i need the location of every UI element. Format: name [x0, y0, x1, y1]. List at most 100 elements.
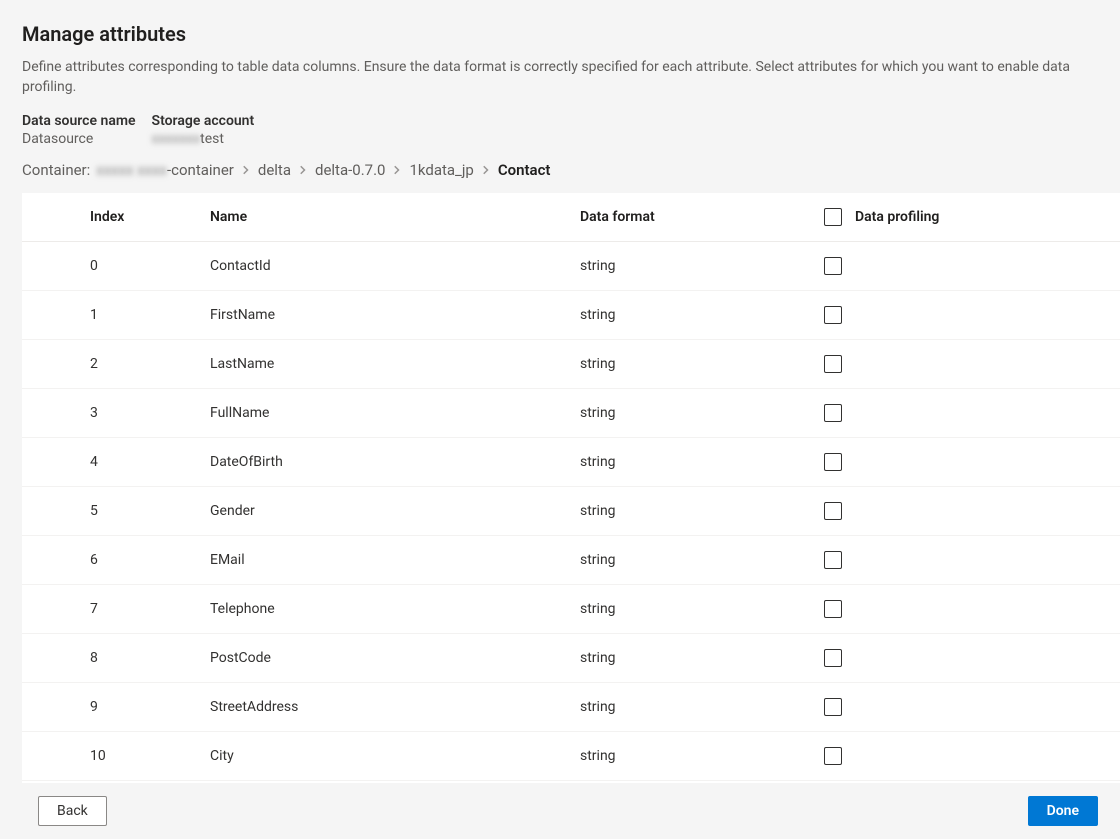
cell-data-profiling [812, 536, 1120, 585]
cell-name: Telephone [202, 585, 572, 634]
chevron-right-icon [480, 164, 492, 176]
cell-data-profiling [812, 242, 1120, 291]
cell-index: 4 [82, 438, 202, 487]
footer: Back Done [0, 783, 1120, 839]
row-spacer [22, 536, 82, 585]
back-button[interactable]: Back [38, 796, 107, 826]
chevron-right-icon [297, 164, 309, 176]
cell-data-format: string [572, 291, 812, 340]
cell-index: 8 [82, 634, 202, 683]
table-row: 6EMailstring [22, 536, 1120, 585]
data-profiling-checkbox[interactable] [824, 649, 842, 667]
row-spacer [22, 291, 82, 340]
cell-data-format: string [572, 487, 812, 536]
row-spacer [22, 340, 82, 389]
breadcrumb-item-delta-0.7.0[interactable]: delta-0.7.0 [315, 161, 385, 179]
row-spacer [22, 634, 82, 683]
cell-data-format: string [572, 340, 812, 389]
cell-index: 0 [82, 242, 202, 291]
data-profiling-checkbox[interactable] [824, 551, 842, 569]
cell-name: DateOfBirth [202, 438, 572, 487]
row-spacer [22, 487, 82, 536]
storage-account-label: Storage account [152, 113, 255, 129]
storage-account-value: xxxxxxxtest [152, 131, 255, 147]
table-row: 3FullNamestring [22, 389, 1120, 438]
cell-name: FullName [202, 389, 572, 438]
data-profiling-checkbox[interactable] [824, 404, 842, 422]
cell-index: 5 [82, 487, 202, 536]
cell-name: StreetAddress [202, 683, 572, 732]
page-title: Manage attributes [22, 22, 1098, 46]
table-row: 10Citystring [22, 732, 1120, 781]
chevron-right-icon [240, 164, 252, 176]
header-data-format[interactable]: Data format [572, 193, 812, 242]
data-profiling-checkbox[interactable] [824, 355, 842, 373]
cell-name: FirstName [202, 291, 572, 340]
data-profiling-checkbox[interactable] [824, 600, 842, 618]
data-profiling-checkbox[interactable] [824, 306, 842, 324]
cell-index: 10 [82, 732, 202, 781]
select-all-profiling-checkbox[interactable] [824, 208, 842, 226]
header-name[interactable]: Name [202, 193, 572, 242]
cell-name: Gender [202, 487, 572, 536]
row-spacer [22, 585, 82, 634]
redacted-text: xxxxxxx [152, 131, 201, 147]
cell-data-profiling [812, 732, 1120, 781]
chevron-right-icon [391, 164, 403, 176]
breadcrumb-container[interactable]: xxxxx xxxx-container [96, 161, 234, 179]
cell-data-profiling [812, 291, 1120, 340]
data-profiling-checkbox[interactable] [824, 698, 842, 716]
row-spacer [22, 438, 82, 487]
cell-name: LastName [202, 340, 572, 389]
data-profiling-checkbox[interactable] [824, 453, 842, 471]
header-data-profiling-label: Data profiling [855, 209, 939, 225]
table-row: 4DateOfBirthstring [22, 438, 1120, 487]
breadcrumb: Container: xxxxx xxxx-container delta del… [22, 161, 1098, 179]
cell-data-format: string [572, 536, 812, 585]
table-row: 0ContactIdstring [22, 242, 1120, 291]
header-data-profiling[interactable]: Data profiling [812, 193, 1120, 242]
cell-data-format: string [572, 389, 812, 438]
redacted-text: xxxxx xxxx [96, 161, 167, 179]
breadcrumb-item-contact: Contact [498, 161, 551, 179]
cell-data-format: string [572, 438, 812, 487]
cell-data-profiling [812, 340, 1120, 389]
cell-index: 9 [82, 683, 202, 732]
cell-data-profiling [812, 683, 1120, 732]
header-spacer [22, 193, 82, 242]
data-source-name-value: Datasource [22, 131, 136, 147]
cell-data-format: string [572, 732, 812, 781]
meta-row: Data source name Datasource Storage acco… [22, 113, 1098, 147]
table-row: 1FirstNamestring [22, 291, 1120, 340]
table-row: 2LastNamestring [22, 340, 1120, 389]
table-row: 7Telephonestring [22, 585, 1120, 634]
row-spacer [22, 389, 82, 438]
cell-data-format: string [572, 585, 812, 634]
header-index[interactable]: Index [82, 193, 202, 242]
attributes-table-wrap[interactable]: Index Name Data format Data profiling 0C… [22, 193, 1120, 783]
data-profiling-checkbox[interactable] [824, 747, 842, 765]
breadcrumb-item-1kdata_jp[interactable]: 1kdata_jp [409, 161, 473, 179]
cell-index: 2 [82, 340, 202, 389]
cell-name: ContactId [202, 242, 572, 291]
cell-data-format: string [572, 634, 812, 683]
cell-index: 3 [82, 389, 202, 438]
cell-data-profiling [812, 634, 1120, 683]
row-spacer [22, 732, 82, 781]
cell-data-format: string [572, 242, 812, 291]
cell-data-profiling [812, 438, 1120, 487]
cell-data-profiling [812, 487, 1120, 536]
cell-index: 7 [82, 585, 202, 634]
table-row: 5Genderstring [22, 487, 1120, 536]
data-profiling-checkbox[interactable] [824, 257, 842, 275]
done-button[interactable]: Done [1028, 796, 1098, 826]
cell-data-profiling [812, 585, 1120, 634]
breadcrumb-prefix: Container: [22, 161, 90, 179]
breadcrumb-item-delta[interactable]: delta [258, 161, 291, 179]
cell-data-format: string [572, 683, 812, 732]
row-spacer [22, 242, 82, 291]
data-profiling-checkbox[interactable] [824, 502, 842, 520]
page-subtitle: Define attributes corresponding to table… [22, 58, 1098, 97]
cell-index: 6 [82, 536, 202, 585]
attributes-table: Index Name Data format Data profiling 0C… [22, 193, 1120, 783]
